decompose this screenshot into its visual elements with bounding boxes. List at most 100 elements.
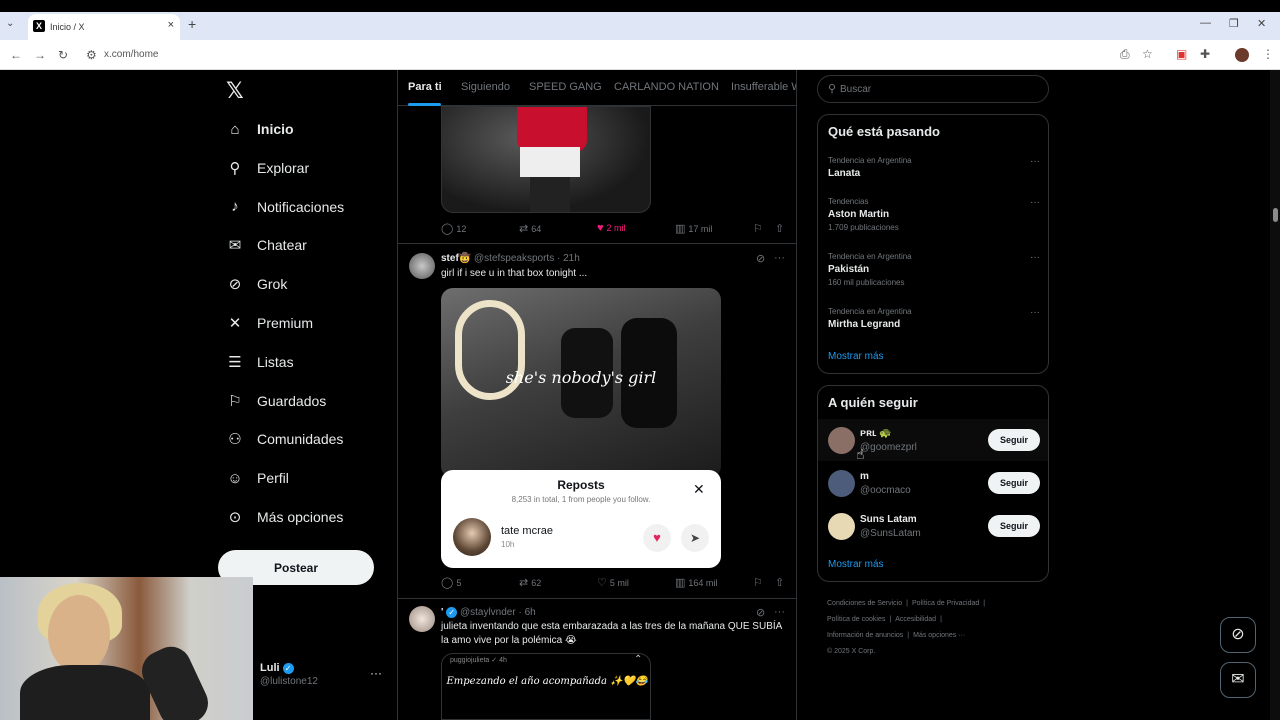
repost-button[interactable]: ⇄ 64 [519,222,541,235]
post-media[interactable]: she's nobody's girl [441,288,721,478]
show-more-link[interactable]: Mostrar más [828,559,884,570]
reply-button[interactable]: ◯ 12 [441,222,466,235]
nav-item-inicio[interactable]: ⌂ Inicio [226,117,293,141]
grok-icon[interactable]: ⊘ [1220,617,1256,653]
new-tab-button[interactable]: + [188,16,196,32]
browser-menu-icon[interactable]: ⋮ [1262,47,1274,61]
x-logo-icon[interactable]: 𝕏 [226,78,244,104]
nav-item-listas[interactable]: ☰ Listas [226,350,293,374]
views-button[interactable]: ▥ 17 mil [675,222,712,235]
footer-link[interactable]: Información de anuncios [827,632,903,639]
search-input[interactable]: Buscar [840,84,871,95]
share-button[interactable]: ⇧ [775,222,784,235]
trend-item[interactable]: Tendencia en Argentina Pakistán 160 mil … [828,252,1040,287]
back-icon[interactable]: ← [10,48,22,62]
site-info-icon[interactable]: ⚙ [86,48,97,62]
minimize-icon[interactable]: — [1200,17,1211,29]
bookmark-star-icon[interactable]: ☆ [1142,47,1153,61]
footer-link[interactable]: Política de Privacidad [912,600,979,607]
avatar[interactable] [828,470,855,497]
follow-button[interactable]: Seguir [988,429,1040,451]
browser-tab[interactable]: X Inicio / X × [28,14,180,40]
extensions-puzzle-icon[interactable]: ✚ [1200,47,1210,61]
nav-item-perfil[interactable]: ☺ Perfil [226,466,289,490]
page-scrollbar[interactable] [1270,70,1280,720]
tab-para-ti[interactable]: Para ti [408,81,442,93]
grok-icon[interactable]: ⊘ [756,252,765,265]
nav-item-más-opciones[interactable]: ⊙ Más opciones [226,505,344,529]
tab-close-icon[interactable]: × [168,19,174,31]
tab-siguiendo[interactable]: Siguiendo [461,81,510,93]
footer-link[interactable]: Más opciones ··· [913,632,965,639]
tab-search-icon[interactable]: ⌄ [6,18,14,29]
avatar[interactable] [828,513,855,540]
avatar[interactable] [409,606,435,632]
follow-suggestion[interactable]: Suns Latam @SunsLatam Seguir [818,505,1048,547]
follow-suggestion[interactable]: ᴘʀʟ 🐢 @goomezprl Seguir [818,419,1048,461]
repost-button[interactable]: ⇄ 62 [519,576,541,589]
reply-button[interactable]: ◯ 5 [441,576,461,589]
post-time[interactable]: · 6h [518,607,535,618]
grok-icon[interactable]: ⊘ [756,606,765,619]
nav-item-guardados[interactable]: ⚐ Guardados [226,389,326,413]
more-icon[interactable]: ··· [1030,156,1040,167]
author-handle[interactable]: @staylvnder [460,607,516,618]
more-icon[interactable]: ··· [1030,252,1040,263]
forward-icon[interactable]: → [34,48,46,62]
post-media[interactable] [441,106,651,213]
nav-item-notificaciones[interactable]: ♪ Notificaciones [226,195,344,219]
trend-item[interactable]: Tendencia en Argentina Mirtha Legrand ··… [828,307,1040,330]
more-icon[interactable]: ··· [1030,307,1040,318]
nav-item-explorar[interactable]: ⚲ Explorar [226,156,310,180]
follow-button[interactable]: Seguir [988,472,1040,494]
browser-profile-avatar[interactable] [1235,48,1249,62]
tab-carlando-nation[interactable]: CARLANDO NATION [614,81,719,93]
tab-speed-gang[interactable]: SPEED GANG [529,81,602,93]
install-app-icon[interactable]: ⎙ [1120,47,1130,62]
show-more-link[interactable]: Mostrar más [828,351,884,362]
heart-icon[interactable]: ♥ [643,524,671,552]
nav-item-chatear[interactable]: ✉ Chatear [226,233,307,257]
views-button[interactable]: ▥ 164 mil [675,576,717,589]
more-icon[interactable]: ··· [1030,197,1040,208]
nav-item-grok[interactable]: ⊘ Grok [226,272,288,296]
nav-item-comunidades[interactable]: ⚇ Comunidades [226,427,343,451]
footer-link[interactable]: Política de cookies [827,616,885,623]
close-icon[interactable]: ✕ [693,481,705,498]
tab-insufferable[interactable]: Insufferable W [731,81,796,93]
footer-link[interactable]: Accesibilidad [895,616,936,623]
author-name[interactable]: ' [441,607,443,618]
more-icon[interactable]: ··· [774,252,785,264]
like-button[interactable]: ♡ 5 mil [597,576,629,589]
reposter-name[interactable]: tate mcrae [501,525,553,537]
reload-icon[interactable]: ↻ [58,48,68,62]
url-field[interactable]: x.com/home [104,49,158,60]
restore-icon[interactable]: ❐ [1229,17,1239,30]
send-icon[interactable]: ➤ [681,524,709,552]
bookmark-button[interactable]: ⚐ [753,222,763,235]
avatar[interactable] [453,518,491,556]
post-media[interactable]: puggiojulieta ✓ 4h ⌃ Empezando el año ac… [441,653,651,720]
author-handle[interactable]: @stefspeaksports [474,253,554,264]
share-button[interactable]: ⇧ [775,576,784,589]
account-switcher[interactable]: Luli ✓ @lulistone12 [260,662,318,687]
follow-suggestion[interactable]: m @oocmaco Seguir [818,462,1048,504]
post-time[interactable]: · 21h [557,253,580,264]
follow-button[interactable]: Seguir [988,515,1040,537]
bookmark-button[interactable]: ⚐ [753,576,763,589]
scroll-thumb[interactable] [1273,208,1278,222]
avatar[interactable] [828,427,855,454]
like-button[interactable]: ♥ 2 mil [597,222,626,234]
footer-link[interactable]: Condiciones de Servicio [827,600,902,607]
search-box[interactable]: ⚲ Buscar [817,75,1049,103]
avatar[interactable] [409,253,435,279]
trend-item[interactable]: Tendencias Aston Martin 1.709 publicacio… [828,197,1040,232]
window-close-icon[interactable]: ✕ [1257,17,1266,30]
trend-item[interactable]: Tendencia en Argentina Lanata ··· [828,156,1040,179]
extension-icon[interactable]: ▣ [1176,47,1187,61]
more-icon[interactable]: ··· [774,606,785,618]
account-more-icon[interactable]: ··· [370,666,382,680]
nav-item-premium[interactable]: ✕ Premium [226,311,313,335]
author-name[interactable]: stef🤠 [441,253,471,264]
messages-icon[interactable]: ✉ [1220,662,1256,698]
